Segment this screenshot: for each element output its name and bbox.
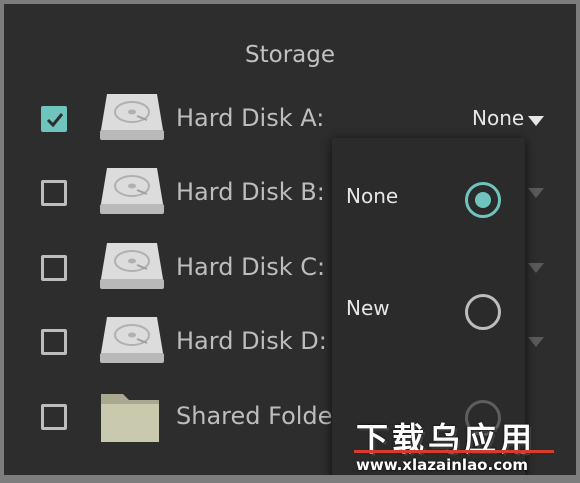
dropdown-option-none[interactable]: None: [332, 160, 525, 230]
hard-disk-icon: [100, 168, 164, 214]
checkbox-hard-disk-a[interactable]: [41, 106, 67, 132]
radio-unselected-icon[interactable]: [465, 294, 501, 330]
storage-panel: Storage Hard Disk A: None Hard Disk B: H…: [4, 4, 576, 475]
checkbox-hard-disk-d[interactable]: [41, 329, 67, 355]
row-label: Hard Disk B:: [176, 178, 325, 206]
chevron-down-icon[interactable]: [528, 337, 544, 347]
option-label: None: [346, 184, 399, 208]
chevron-down-icon[interactable]: [528, 263, 544, 273]
section-title: Storage: [245, 42, 335, 68]
row-label: Hard Disk D:: [176, 327, 327, 355]
checkbox-hard-disk-c[interactable]: [41, 255, 67, 281]
radio-unselected-icon[interactable]: [465, 400, 501, 436]
checkbox-shared-folder[interactable]: [41, 404, 67, 430]
row-label: Hard Disk A:: [176, 104, 325, 132]
dropdown-option-new[interactable]: New: [332, 272, 525, 342]
folder-icon: [101, 394, 159, 442]
chevron-down-icon[interactable]: [528, 188, 544, 198]
checkbox-hard-disk-b[interactable]: [41, 180, 67, 206]
row-label: Shared Folde: [176, 402, 333, 430]
storage-dropdown-menu: None New: [332, 138, 525, 475]
hard-disk-icon: [100, 94, 164, 140]
option-label: New: [346, 296, 390, 320]
radio-selected-icon[interactable]: [465, 182, 501, 218]
hard-disk-a-selected-value[interactable]: None: [472, 106, 524, 130]
hard-disk-icon: [100, 317, 164, 363]
chevron-down-icon[interactable]: [528, 116, 544, 126]
checkmark-icon: [46, 113, 64, 128]
row-label: Hard Disk C:: [176, 253, 326, 281]
dropdown-option-partial[interactable]: [332, 378, 525, 448]
hard-disk-icon: [100, 243, 164, 289]
